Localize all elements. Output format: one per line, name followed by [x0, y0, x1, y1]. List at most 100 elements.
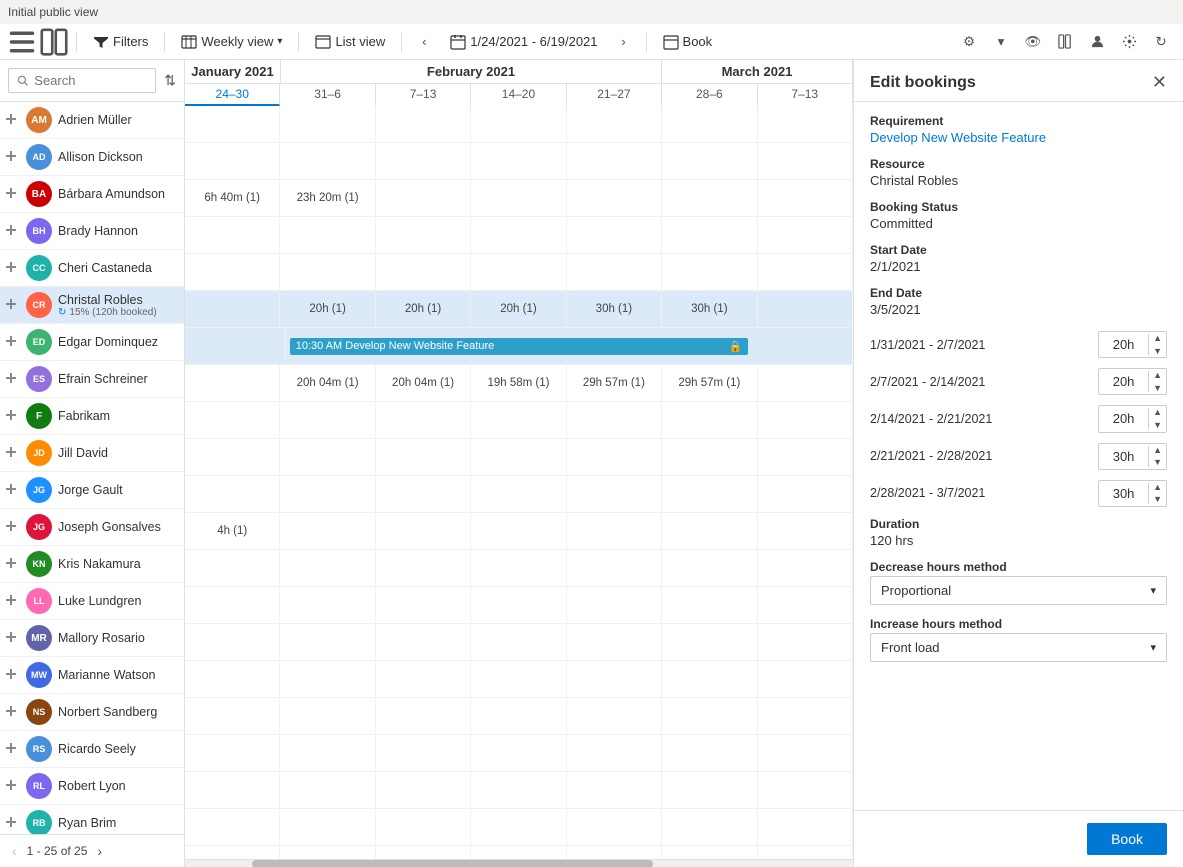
list-view-btn[interactable]: List view [307, 30, 393, 54]
cal-cell-christal-3[interactable]: 20h (1) [471, 291, 566, 327]
resource-item-efrain[interactable]: ESEfrain Schreiner [0, 361, 184, 398]
resource-item-ryan[interactable]: RBRyan Brim [0, 805, 184, 834]
hours-spinner-0[interactable]: 20h▲▼ [1098, 331, 1167, 358]
decrease-hours-value: Proportional [881, 583, 951, 598]
cal-cell-norbert-1 [280, 735, 375, 771]
search-input[interactable] [34, 73, 147, 88]
spin-up-2[interactable]: ▲ [1149, 406, 1166, 419]
resource-item-mallory[interactable]: MRMallory Rosario [0, 620, 184, 657]
resource-item-kris[interactable]: KNKris Nakamura [0, 546, 184, 583]
resource-item-cheri[interactable]: CCCheri Castaneda [0, 250, 184, 287]
next-page-btn[interactable]: › [93, 841, 106, 861]
spin-up-4[interactable]: ▲ [1149, 481, 1166, 494]
week-cell-0[interactable]: 24–30 [185, 84, 280, 106]
resource-item-joseph[interactable]: JGJoseph Gonsalves [0, 509, 184, 546]
cal-cell-christal-2[interactable]: 20h (1) [376, 291, 471, 327]
resource-item-allison[interactable]: ADAllison Dickson [0, 139, 184, 176]
resource-item-brady[interactable]: BHBrady Hannon [0, 213, 184, 250]
cal-row-jill [185, 476, 853, 513]
resource-item-christal[interactable]: CRChristal Robles↻ 15% (120h booked) [0, 287, 184, 324]
cal-cell-christal-4[interactable]: 30h (1) [567, 291, 662, 327]
cal-cell-jorge-0[interactable]: 4h (1) [185, 513, 280, 549]
eye-icon[interactable]: 👁 [1019, 28, 1047, 56]
cal-row-jorge: 4h (1) [185, 513, 853, 550]
cal-cell-marianne-2 [376, 698, 471, 734]
hours-spinner-3[interactable]: 30h▲▼ [1098, 443, 1167, 470]
sort-btn[interactable]: ⇅ [164, 72, 176, 89]
cal-cell-jill-3 [471, 476, 566, 512]
cal-cell-edgar-3[interactable]: 19h 58m (1) [471, 365, 566, 401]
resource-item-norbert[interactable]: NSNorbert Sandberg [0, 694, 184, 731]
resource-item-jill[interactable]: JDJill David [0, 435, 184, 472]
cal-cell-jill-1 [280, 476, 375, 512]
hours-spinner-1[interactable]: 20h▲▼ [1098, 368, 1167, 395]
spin-down-4[interactable]: ▼ [1149, 493, 1166, 506]
book-toolbar-btn[interactable]: Book [655, 30, 721, 54]
cal-cell-christal-1[interactable]: 20h (1) [280, 291, 375, 327]
date-range-btn[interactable]: 1/24/2021 - 6/19/2021 [442, 30, 605, 54]
booking-bar-christal[interactable]: 10:30 AM Develop New Website Feature🔒 [290, 338, 749, 355]
collapse-btn[interactable] [40, 28, 68, 56]
spin-up-0[interactable]: ▲ [1149, 332, 1166, 345]
gear-icon[interactable] [1115, 28, 1143, 56]
spin-down-0[interactable]: ▼ [1149, 345, 1166, 358]
spin-up-3[interactable]: ▲ [1149, 444, 1166, 457]
cal-cell-edgar-5[interactable]: 29h 57m (1) [662, 365, 757, 401]
booking-lock-icon: 🔒 [729, 340, 743, 353]
resource-item-marianne[interactable]: MWMarianne Watson [0, 657, 184, 694]
settings-icon-1[interactable]: ⚙ [955, 28, 983, 56]
resource-item-luke[interactable]: LLLuke Lundgren [0, 583, 184, 620]
week-cell-4[interactable]: 21–27 [567, 84, 662, 106]
filters-btn[interactable]: Filters [85, 30, 156, 54]
week-cell-6[interactable]: 7–13 [758, 84, 853, 106]
close-edit-panel-btn[interactable]: ✕ [1152, 72, 1167, 93]
weekly-view-btn[interactable]: Weekly view ▾ [173, 30, 290, 54]
resource-list: AMAdrien MüllerADAllison DicksonBABárbar… [0, 102, 184, 834]
cal-row-norbert [185, 735, 853, 772]
week-cell-3[interactable]: 14–20 [471, 84, 566, 106]
end-date-value: 3/5/2021 [870, 302, 1167, 317]
decrease-hours-dropdown[interactable]: Proportional ▾ [870, 576, 1167, 605]
cal-cell-barbara-0[interactable]: 6h 40m (1) [185, 180, 280, 216]
spin-down-2[interactable]: ▼ [1149, 419, 1166, 432]
book-button[interactable]: Book [1087, 823, 1167, 855]
resource-item-fabrikam[interactable]: FFabrikam [0, 398, 184, 435]
dropdown-btn[interactable]: ▾ [987, 28, 1015, 56]
cal-cell-fabrikam-0 [185, 439, 280, 475]
week-cell-5[interactable]: 28–6 [662, 84, 757, 106]
cal-cell-edgar-2[interactable]: 20h 04m (1) [376, 365, 471, 401]
edit-panel-title: Edit bookings [870, 74, 976, 92]
resource-info-ryan: Ryan Brim [58, 816, 116, 830]
resource-item-robert[interactable]: RLRobert Lyon [0, 768, 184, 805]
prev-date-btn[interactable]: ‹ [410, 28, 438, 56]
person-icon[interactable] [1083, 28, 1111, 56]
prev-page-btn[interactable]: ‹ [8, 841, 21, 861]
cal-cell-edgar-1[interactable]: 20h 04m (1) [280, 365, 375, 401]
cal-cell-cheri-2 [376, 254, 471, 290]
next-date-btn[interactable]: › [610, 28, 638, 56]
resource-item-jorge[interactable]: JGJorge Gault [0, 472, 184, 509]
resource-item-barbara[interactable]: BABárbara Amundson [0, 176, 184, 213]
toggle-sidebar-btn[interactable] [8, 28, 36, 56]
increase-hours-dropdown[interactable]: Front load ▾ [870, 633, 1167, 662]
refresh-icon[interactable]: ↻ [1147, 28, 1175, 56]
hours-spinner-4[interactable]: 30h▲▼ [1098, 480, 1167, 507]
hours-spinner-2[interactable]: 20h▲▼ [1098, 405, 1167, 432]
cal-cell-barbara-1[interactable]: 23h 20m (1) [280, 180, 375, 216]
columns-icon[interactable] [1051, 28, 1079, 56]
expand-icon-luke [6, 594, 20, 608]
spin-up-1[interactable]: ▲ [1149, 369, 1166, 382]
cal-cell-edgar-4[interactable]: 29h 57m (1) [567, 365, 662, 401]
resource-item-ricardo[interactable]: RSRicardo Seely [0, 731, 184, 768]
week-cell-1[interactable]: 31–6 [280, 84, 375, 106]
spin-down-3[interactable]: ▼ [1149, 456, 1166, 469]
calendar-scrollbar[interactable] [185, 859, 853, 867]
week-cell-2[interactable]: 7–13 [376, 84, 471, 106]
cal-cell-christal-5[interactable]: 30h (1) [662, 291, 757, 327]
resource-item-adrien[interactable]: AMAdrien Müller [0, 102, 184, 139]
resource-info-marianne: Marianne Watson [58, 668, 156, 682]
spin-down-1[interactable]: ▼ [1149, 382, 1166, 395]
cal-cell-marianne-4 [567, 698, 662, 734]
resource-info-efrain: Efrain Schreiner [58, 372, 148, 386]
resource-item-edgar[interactable]: EDEdgar Dominquez [0, 324, 184, 361]
